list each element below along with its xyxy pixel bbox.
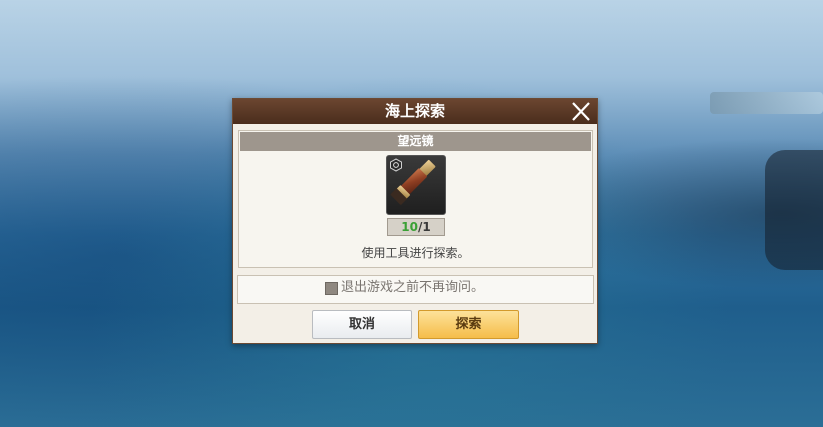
item-count: 10/1 — [387, 218, 445, 236]
dont-ask-again-label: 退出游戏之前不再询问。 — [341, 280, 485, 295]
item-description: 使用工具进行探索。 — [361, 246, 470, 260]
cancel-button[interactable]: 取消 — [312, 310, 412, 339]
dont-ask-again-option[interactable]: 退出游戏之前不再询问。 — [237, 275, 594, 304]
item-count-have: 10 — [401, 220, 418, 234]
item-badge-icon — [390, 158, 402, 172]
background-ship — [765, 150, 823, 270]
dialog-title: 海上探索 — [384, 102, 445, 120]
item-slot[interactable] — [386, 155, 446, 215]
explore-button[interactable]: 探索 — [418, 310, 519, 339]
close-icon — [572, 102, 590, 121]
item-count-need: 1 — [422, 220, 431, 234]
background-island — [710, 92, 823, 114]
sea-exploration-dialog: 海上探索 望远镜 10/1 使用工具进行探索。 退出游戏之前不再询问。 取消 探… — [232, 98, 598, 344]
item-card: 望远镜 10/1 使用工具进行探索。 — [238, 130, 593, 268]
item-name: 望远镜 — [240, 132, 591, 151]
dont-ask-again-checkbox[interactable] — [325, 282, 338, 295]
close-button[interactable] — [569, 100, 593, 123]
